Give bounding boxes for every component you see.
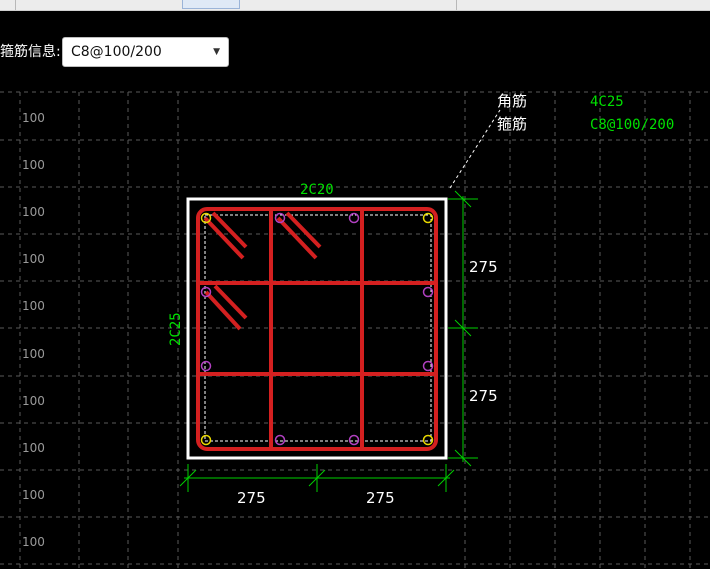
leader-line — [449, 109, 501, 189]
stirrup-hook — [204, 290, 242, 331]
side-bar[interactable] — [348, 212, 360, 224]
corner-rebar-value[interactable]: 4C25 — [590, 94, 624, 110]
grid-label: 100 — [22, 441, 45, 455]
side-rebar-label[interactable]: 2C25 — [168, 312, 184, 346]
side-bar[interactable] — [348, 434, 360, 446]
grid-label: 100 — [22, 299, 45, 313]
corner-bar[interactable] — [200, 434, 212, 446]
stirrup-value[interactable]: C8@100/200 — [590, 117, 674, 133]
background-grid — [0, 91, 710, 569]
stirrup-group[interactable] — [196, 207, 438, 451]
grid-label: 100 — [22, 394, 45, 408]
grid-label: 100 — [22, 488, 45, 502]
corner-rebar-label[interactable]: 角筋 — [497, 92, 527, 110]
grid-label: 100 — [22, 535, 45, 549]
side-bar[interactable] — [200, 360, 212, 372]
dimension-bottom-left[interactable]: 275 — [237, 489, 266, 507]
grid-label: 100 — [22, 252, 45, 266]
right-dimension — [448, 190, 478, 467]
dimension-bottom-right[interactable]: 275 — [366, 489, 395, 507]
grid-label: 100 — [22, 111, 45, 125]
dimension-right-bottom[interactable]: 275 — [469, 387, 498, 405]
stirrup-label[interactable]: 箍筋 — [497, 115, 527, 133]
drawing-canvas[interactable]: 100 100 100 100 100 100 100 100 100 100 — [0, 0, 710, 569]
grid-label: 100 — [22, 158, 45, 172]
dimension-right-top[interactable]: 275 — [469, 258, 498, 276]
side-bar[interactable] — [274, 434, 286, 446]
grid-label: 100 — [22, 347, 45, 361]
top-rebar-label[interactable]: 2C20 — [300, 182, 334, 198]
bottom-dimension — [179, 464, 455, 492]
grid-labels: 100 100 100 100 100 100 100 100 100 100 — [22, 111, 45, 549]
grid-label: 100 — [22, 205, 45, 219]
stirrup-hook — [213, 284, 248, 320]
